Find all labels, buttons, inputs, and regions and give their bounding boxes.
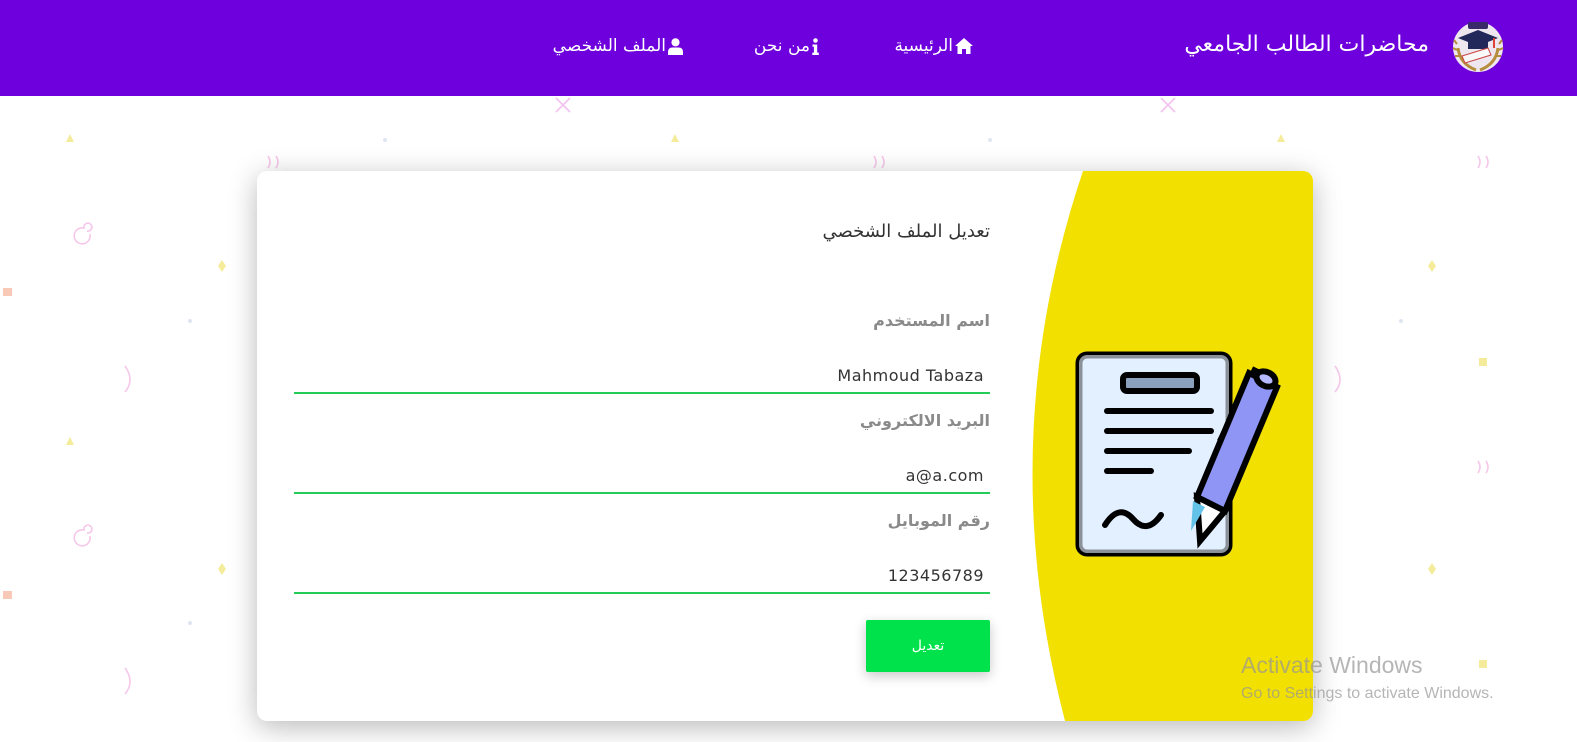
mobile-label: رقم الموبايل (887, 511, 990, 530)
watermark-title: Activate Windows (1241, 652, 1423, 678)
nav-link-profile-label: الملف الشخصي (552, 36, 666, 56)
mobile-input[interactable] (294, 560, 990, 594)
edit-submit-button[interactable]: تعديل (866, 620, 990, 672)
nav-link-about-label: من نحن (753, 36, 810, 56)
home-icon (955, 38, 973, 54)
graduation-logo-icon[interactable] (1448, 18, 1508, 74)
document-with-pen-icon (1075, 351, 1281, 557)
username-input[interactable] (294, 360, 990, 394)
form-title: تعديل الملف الشخصي (822, 221, 990, 242)
nav-link-profile[interactable]: الملف الشخصي (553, 36, 683, 56)
nav-link-home-label: الرئيسية (894, 36, 953, 56)
email-label: البريد الالكتروني (859, 411, 990, 430)
info-icon (812, 37, 819, 55)
nav-link-about[interactable]: من نحن (754, 36, 819, 56)
windows-activation-watermark: Activate Windows Go to Settings to activ… (1241, 652, 1494, 703)
watermark-subtitle: Go to Settings to activate Windows. (1241, 685, 1494, 702)
brand-title[interactable]: محاضرات الطالب الجامعي (1184, 32, 1429, 57)
top-navbar: محاضرات الطالب الجامعي الرئيسية من نحن ا… (0, 0, 1577, 96)
email-input[interactable] (294, 460, 990, 494)
username-label: اسم المستخدم (873, 311, 990, 330)
nav-link-home[interactable]: الرئيسية (894, 36, 973, 56)
user-icon (668, 37, 683, 55)
edit-profile-card: تعديل الملف الشخصي اسم المستخدم البريد ا… (257, 171, 1313, 721)
